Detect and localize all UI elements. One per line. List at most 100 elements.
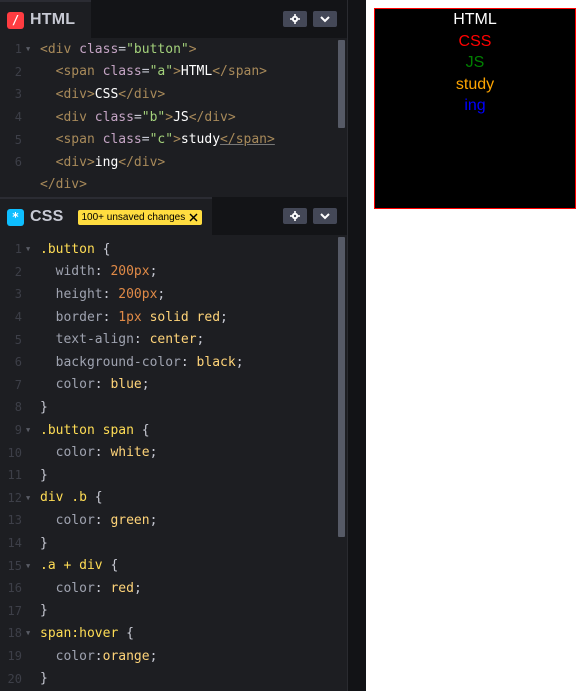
css-code-editor[interactable]: 1 ▼ .button {2 width: 200px; 3 height: 200p… [0,235,347,691]
code-token: : [94,580,111,596]
fold-arrow-icon[interactable]: ▼ [26,629,30,637]
code-token: } [40,671,48,687]
code-text: } [40,603,48,618]
unsaved-changes-label: 100+ unsaved changes [81,211,186,223]
chevron-down-icon[interactable] [313,11,337,27]
line-number: 10 [7,445,22,460]
code-token: : [94,512,111,528]
css-scrollbar[interactable] [338,237,345,537]
line-number: 19 [7,649,22,664]
code-token: .a + div [40,558,111,574]
code-token: solid red [149,309,221,325]
fold-arrow-icon[interactable]: ▼ [26,562,30,570]
code-token: { [94,490,103,506]
code-token: CSS [94,86,119,102]
fold-arrow-icon[interactable]: ▼ [26,426,30,434]
code-token: class [102,132,142,148]
code-text: text-align: center; [40,332,205,348]
unsaved-changes-badge[interactable]: 100+ unsaved changes [77,209,203,225]
css-pane-header: * CSS 100+ unsaved changes [0,197,347,235]
code-token: { [102,241,111,257]
chevron-down-icon[interactable] [313,208,337,224]
code-text: color: blue; [40,377,150,392]
preview-text-css: CSS [458,32,492,50]
code-token: color [40,445,95,461]
code-token: = [118,41,127,57]
code-token: .button [40,241,103,257]
code-token: ; [235,354,244,370]
code-token: </div> [118,154,166,170]
html-code-editor[interactable]: 1 ▼ <div class="button"> 2 <span class="a">… [0,38,347,195]
preview-button-box: HTML CSS JS study ing [374,8,576,209]
code-text: } [40,400,48,415]
html-pane-header: / HTML [0,0,347,38]
line-number: 20 [7,671,22,686]
code-token: background-color [40,354,181,370]
line-number: 1 [14,242,22,257]
code-token: </div> [118,86,166,102]
line-number: 16 [7,581,22,596]
code-text: width: 200px; [40,264,158,280]
fold-arrow-icon[interactable]: ▼ [26,494,30,502]
code-token: </div> [188,109,236,125]
html-pane-tab[interactable]: / HTML [0,0,92,38]
code-token: : [133,332,150,348]
code-token: "a" [149,64,174,80]
html-scrollbar[interactable] [338,40,345,128]
code-token: } [40,603,48,619]
code-token: <span [55,64,103,80]
gear-icon[interactable] [283,208,307,224]
line-number: 6 [14,355,22,370]
code-token: <div [40,41,80,57]
code-token: ; [149,648,158,664]
line-number: 7 [14,377,22,392]
code-token: ; [149,445,158,461]
code-token: color [40,512,95,528]
code-text: span:hover { [40,626,134,641]
code-token: "button" [126,41,189,57]
preview-text-html: HTML [453,11,497,28]
css-pane-title: CSS [30,208,64,225]
code-token: color [40,377,95,393]
line-number: 17 [7,603,22,618]
code-text: .a + div { [40,558,118,573]
code-token: > [173,132,181,148]
css-pane-tab[interactable]: * CSS 100+ unsaved changes [0,197,213,235]
line-number: 12 [7,490,22,505]
code-token: : [94,377,111,393]
html-pane-title: HTML [30,11,76,28]
pane-resize-handle[interactable] [347,0,366,691]
code-token: > [188,41,197,57]
code-text: <div class="button"> [40,42,197,57]
code-token: JS [173,109,189,125]
code-token: ing [94,154,119,170]
code-text: .button span { [40,423,150,438]
code-text: background-color: black; [40,355,244,370]
close-icon[interactable] [189,213,198,222]
fold-arrow-icon[interactable]: ▼ [26,45,30,53]
gear-icon[interactable] [283,11,307,27]
code-token: > [165,109,174,125]
code-token: 1px [118,309,150,325]
line-number: 4 [14,110,22,125]
code-text: color: red; [40,581,142,596]
code-token: ; [220,309,228,325]
line-number: 2 [14,64,22,79]
code-token: text-align [40,332,134,348]
code-token: ; [149,264,158,280]
code-text: <div>ing</div> [40,154,166,170]
code-token: study [180,132,221,148]
code-token: blue [110,377,142,393]
fold-arrow-icon[interactable]: ▼ [26,245,30,253]
code-token: 200px [110,264,150,280]
code-token: HTML [180,64,213,80]
code-text: border: 1px solid red; [40,310,228,325]
line-number: 5 [14,132,22,147]
code-token: ; [141,377,150,393]
code-text: .button { [40,242,110,257]
code-text: <div class="b">JS</div> [40,110,236,125]
code-token: ; [133,580,142,596]
